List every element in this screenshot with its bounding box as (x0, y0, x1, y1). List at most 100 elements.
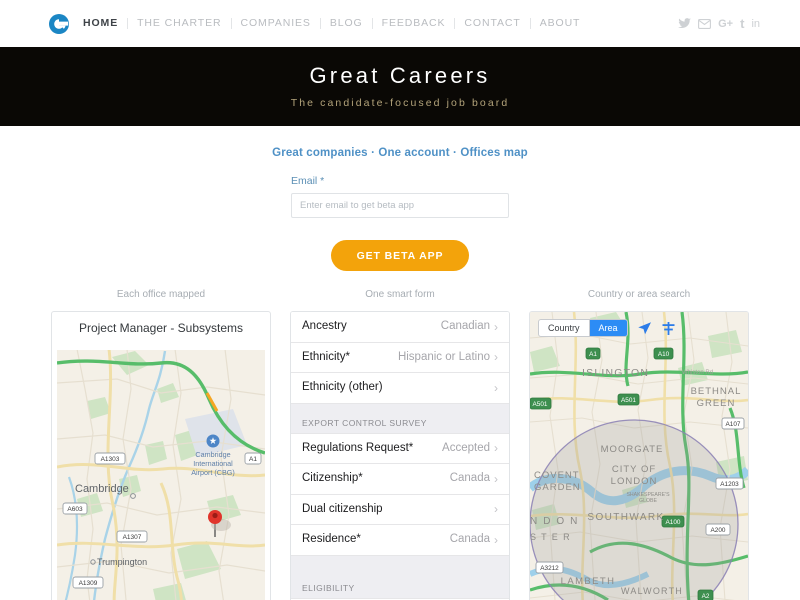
svg-text:International: International (193, 459, 233, 468)
job-map-panel[interactable]: Project Manager - Subsystems A1303 A1 A6… (51, 311, 271, 600)
svg-text:A1303: A1303 (101, 456, 120, 463)
nav-item-home[interactable]: HOME (83, 18, 127, 29)
chevron-right-icon: › (494, 471, 498, 486)
form-row-value: Hispanic or Latino (397, 350, 490, 363)
form-field-list: Ancestry Canadian › Ethnicity* Hispanic … (291, 312, 509, 600)
google-plus-icon[interactable]: G+ (718, 18, 733, 30)
email-input[interactable] (291, 193, 509, 218)
form-row-ethnicity[interactable]: Ethnicity* Hispanic or Latino › (291, 342, 509, 373)
map-controls: Country Area (538, 319, 676, 337)
segment-country[interactable]: Country (539, 320, 589, 336)
form-row-label: Residence* (302, 533, 361, 546)
twitter-icon[interactable] (678, 18, 692, 29)
svg-text:A3212: A3212 (540, 565, 559, 572)
feature-columns: Each office mapped Project Manager - Sub… (0, 289, 800, 600)
nav-item-blog[interactable]: BLOG (319, 18, 372, 29)
form-row-ancestry[interactable]: Ancestry Canadian › (291, 312, 509, 343)
form-row-value: Canada (449, 472, 490, 485)
form-row-regulations-request[interactable]: Regulations Request* Accepted › (291, 433, 509, 464)
hero-title: Great Careers (309, 63, 491, 88)
form-row-ethnicity-other[interactable]: Ethnicity (other) › (291, 373, 509, 404)
road-shield-a100: A100 (661, 515, 685, 528)
nav-links: HOME THE CHARTER COMPANIES BLOG FEEDBACK… (83, 18, 589, 29)
top-navbar: HOME THE CHARTER COMPANIES BLOG FEEDBACK… (0, 0, 800, 47)
column-caption-area-search: Country or area search (587, 289, 691, 300)
svg-text:A501: A501 (533, 401, 548, 408)
get-beta-app-button[interactable]: GET BETA APP (330, 240, 470, 271)
navigation-arrow-icon[interactable] (637, 321, 652, 336)
road-shield-a1203: A1203 (715, 477, 744, 490)
email-signup-form: Email * (291, 175, 509, 218)
nav-item-the-charter[interactable]: THE CHARTER (127, 18, 230, 29)
section-header-export-control: EXPORT CONTROL SURVEY (291, 403, 509, 434)
form-row-label: Ethnicity (other) (302, 381, 383, 394)
map-label-covent-garden: COVENT (534, 470, 580, 481)
tumblr-icon[interactable]: t (740, 17, 744, 30)
signup-section: Great companies · One account · Offices … (0, 126, 800, 271)
cambridge-map[interactable]: A1303 A1 A603 A1307 A1309 Cambridge Trum… (57, 350, 265, 600)
g-logo-icon[interactable] (48, 13, 70, 35)
map-label-walworth: WALWORTH (621, 586, 683, 596)
column-caption-smart-form: One smart form (365, 289, 435, 300)
chevron-right-icon: › (494, 350, 498, 365)
svg-text:A100: A100 (666, 519, 681, 526)
chevron-right-icon: › (494, 441, 498, 456)
chevron-right-icon: › (494, 532, 498, 547)
map-label-green: GREEN (697, 398, 736, 409)
nav-item-about[interactable]: ABOUT (529, 18, 590, 29)
linkedin-icon[interactable]: in (751, 18, 760, 30)
nav-item-companies[interactable]: COMPANIES (230, 18, 320, 29)
road-shield-a501-mid: A501 (617, 393, 640, 406)
svg-text:Cambridge: Cambridge (195, 450, 230, 459)
value-prop-tagline: Great companies · One account · Offices … (272, 147, 528, 159)
map-label-moorgate: MOORGATE (601, 444, 664, 455)
chevron-right-icon: › (494, 502, 498, 517)
svg-text:A1: A1 (589, 351, 597, 358)
road-shield-a603: A603 (62, 502, 88, 515)
section-header-eligibility: ELIGIBILITY (291, 568, 509, 599)
london-map[interactable]: A1 A10 A501 A501 A107 A1203 A200 A3212 A… (530, 312, 748, 600)
transit-filter-icon[interactable] (661, 321, 676, 336)
segment-area[interactable]: Area (588, 320, 627, 336)
map-label-london: LONDON (611, 476, 658, 487)
map-label-globe: GLOBE (639, 498, 657, 504)
road-shield-a1: A1 (244, 452, 262, 465)
form-row-value: Accepted (442, 441, 490, 454)
social-links: G+ t in (678, 17, 760, 30)
hero-banner: Great Careers The candidate-focused job … (0, 47, 800, 126)
map-label-garden: GARDEN (534, 482, 581, 493)
road-shield-a10: A10 (653, 347, 674, 360)
country-area-toggle[interactable]: Country Area (538, 319, 628, 337)
smart-form-panel[interactable]: Ancestry Canadian › Ethnicity* Hispanic … (290, 311, 510, 600)
form-row-label: Ethnicity* (302, 350, 350, 363)
form-row-residence[interactable]: Residence* Canada › (291, 525, 509, 556)
svg-text:A501: A501 (621, 397, 636, 404)
form-row-dual-citizenship[interactable]: Dual citizenship › (291, 494, 509, 525)
road-shield-a2: A2 (697, 589, 714, 600)
road-shield-a501-left: A501 (530, 397, 552, 410)
map-label-cambridge: Cambridge (75, 483, 129, 495)
form-row-value: Canadian (440, 320, 490, 333)
form-row-citizenship[interactable]: Citizenship* Canada › (291, 464, 509, 495)
svg-text:A107: A107 (726, 421, 741, 428)
chevron-right-icon: › (494, 319, 498, 334)
svg-text:A603: A603 (67, 506, 83, 513)
road-shield-a1307: A1307 (116, 530, 148, 543)
svg-text:A10: A10 (658, 351, 670, 358)
email-icon[interactable] (698, 18, 712, 29)
chevron-right-icon: › (494, 380, 498, 395)
map-label-trumpington: Trumpington (97, 557, 147, 567)
form-row-value: Canada (449, 533, 490, 546)
road-shield-a200: A200 (705, 523, 731, 536)
email-label: Email * (291, 175, 325, 187)
map-label-lambeth: LAMBETH (561, 576, 616, 587)
road-shield-a1309: A1309 (72, 576, 104, 589)
job-title: Project Manager - Subsystems (78, 321, 244, 335)
nav-item-contact[interactable]: CONTACT (454, 18, 529, 29)
road-shield-a107: A107 (721, 417, 745, 430)
svg-text:Airport (CBG): Airport (CBG) (191, 468, 235, 477)
map-label-city-of: CITY OF (612, 464, 656, 475)
nav-item-feedback[interactable]: FEEDBACK (371, 18, 455, 29)
map-label-whiston-rd: Whiston Rd (682, 370, 713, 376)
area-search-panel[interactable]: Country Area A1 A10 A501 A501 A107 A1203… (529, 311, 749, 600)
